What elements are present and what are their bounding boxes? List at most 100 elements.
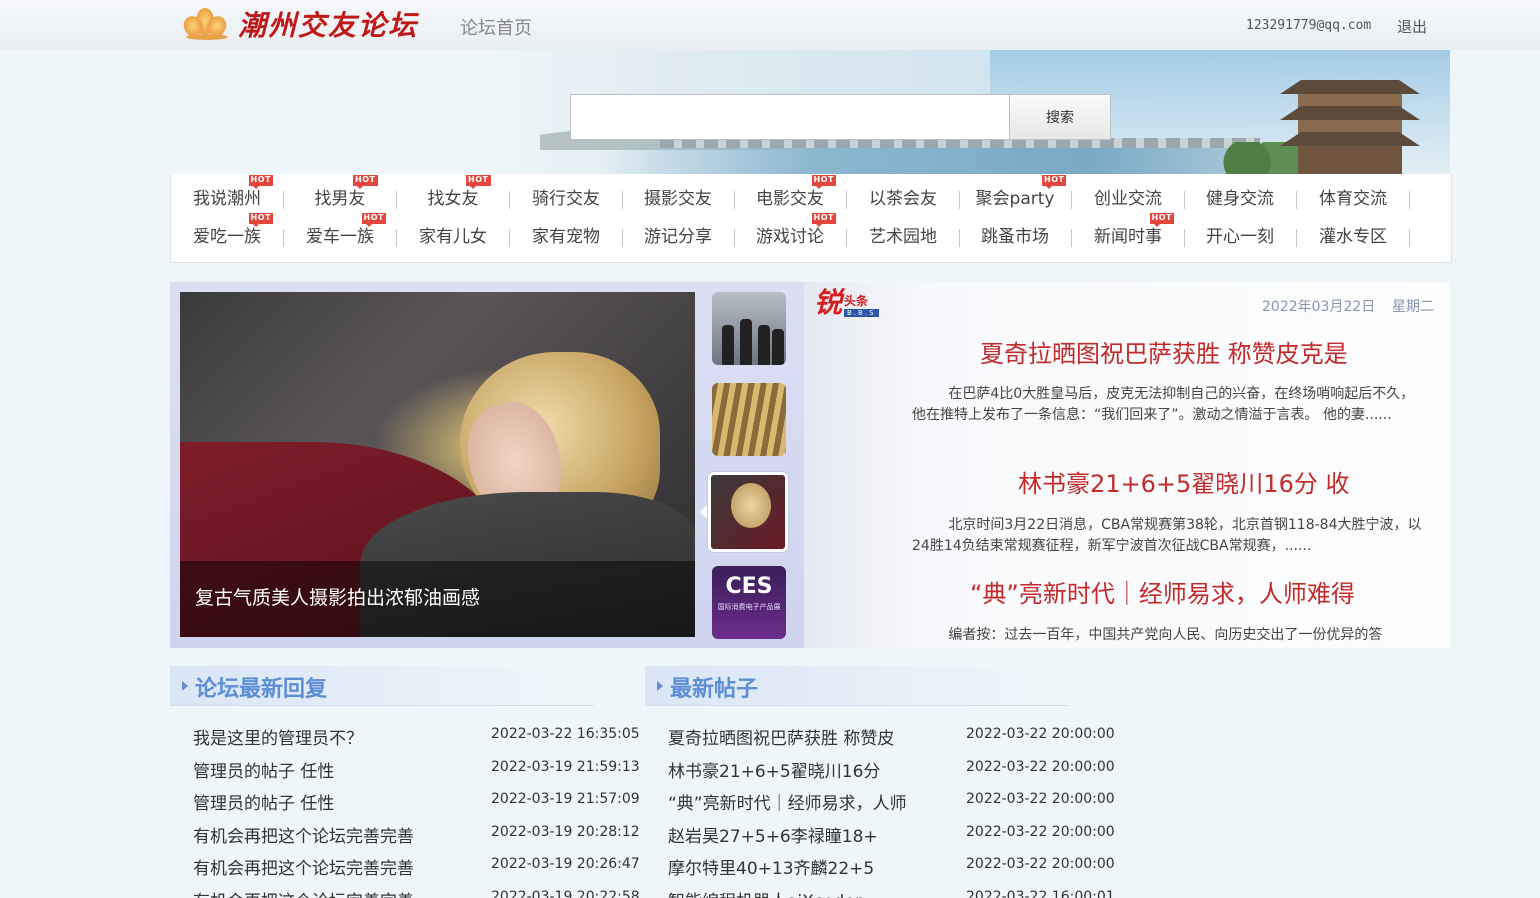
list-item-title[interactable]: 林书豪21+6+5翟晓川16分 (668, 757, 880, 782)
nav-item-row1-6[interactable]: 电影交友 HOT (734, 175, 846, 211)
list-item-time: 2022-03-19 20:28:12 (491, 823, 640, 840)
list-item[interactable]: 夏奇拉晒图祝巴萨获胜 称赞皮 2022-03-22 20:00:00 (668, 724, 1118, 752)
list-item[interactable]: 有机会再把这个论坛完善完善 2022-03-19 20:28:12 (193, 822, 643, 850)
nav-item-row1-3[interactable]: 找女友 HOT (397, 175, 509, 211)
ces-thumb-text: CES (725, 574, 773, 599)
site-logo[interactable]: 潮州交友论坛 (180, 4, 418, 44)
nav-item-row1-7[interactable]: 以茶会友 (847, 187, 959, 211)
nav-item-label: 聚会party HOT (975, 175, 1067, 209)
nav-item-label: 骑行交友 (532, 189, 600, 209)
nav-item-label: 创业交流 (1094, 189, 1162, 209)
headline-1[interactable]: 夏奇拉晒图祝巴萨获胜 称赞皮克是 (980, 334, 1348, 369)
nav-item-label: 家有宠物 (532, 227, 600, 247)
slider-thumbnail-2[interactable] (712, 383, 786, 456)
latest-replies-title: 论坛最新回复 (195, 677, 328, 702)
nav-item-row1-9[interactable]: 创业交流 (1072, 187, 1184, 211)
nav-item-row1-2[interactable]: 找男友 HOT (284, 175, 396, 211)
nav-item-row2-5[interactable]: 游记分享 (622, 225, 734, 249)
nav-item-row2-11[interactable]: 灌水专区 (1297, 225, 1409, 249)
forum-home-link[interactable]: 论坛首页 (460, 14, 532, 40)
nav-item-row1-8[interactable]: 聚会party HOT (959, 175, 1071, 211)
active-thumb-pointer (700, 504, 708, 520)
list-item-title[interactable]: 管理员的帖子 任性 (193, 757, 334, 782)
list-item-title[interactable]: 摩尔特里40+13齐麟22+5 (668, 854, 874, 879)
nav-item-label: 家有儿女 (419, 227, 487, 247)
featured-caption[interactable]: 复古气质美人摄影拍出浓郁油画感 (195, 583, 480, 610)
nav-item-label: 我说潮州 HOT (193, 175, 273, 209)
list-item[interactable]: 有机会再把这个论坛完善完善 2022-03-19 20:22:58 (193, 887, 643, 898)
featured-slider: 复古气质美人摄影拍出浓郁油画感 CES 国际消费电子产品展 (170, 282, 804, 648)
nav-item-row1-1[interactable]: 我说潮州 HOT (171, 175, 283, 211)
list-item-time: 2022-03-22 16:00:01 (966, 888, 1115, 898)
pavilion-tower-image (1220, 72, 1420, 174)
nav-item-label: 游记分享 (644, 227, 712, 247)
lotus-logo-icon (180, 4, 234, 44)
list-item-title[interactable]: 管理员的帖子 任性 (193, 789, 334, 814)
nav-item-row2-6[interactable]: 游戏讨论 HOT (734, 213, 846, 249)
list-item-title[interactable]: 我是这里的管理员不？ (193, 724, 363, 749)
nav-item-label: 摄影交友 (644, 189, 712, 209)
search-input[interactable] (570, 94, 1010, 140)
nav-item-row2-8[interactable]: 跳蚤市场 (959, 225, 1071, 249)
nav-item-row1-10[interactable]: 健身交流 (1184, 187, 1296, 211)
list-item-time: 2022-03-22 20:00:00 (966, 758, 1115, 775)
slider-thumbnail-1[interactable] (712, 292, 786, 365)
nav-item-label: 跳蚤市场 (981, 227, 1049, 247)
nav-item-row1-5[interactable]: 摄影交友 (622, 187, 734, 211)
search-button[interactable]: 搜索 (1009, 94, 1111, 140)
hot-badge: HOT (1149, 213, 1174, 227)
latest-replies-header: 论坛最新回复 (170, 666, 594, 706)
top-bar: 潮州交友论坛 论坛首页 123291779@qq.com 退出 (0, 0, 1540, 50)
nav-item-row2-3[interactable]: 家有儿女 (397, 225, 509, 249)
list-item[interactable]: 智能编程机器人aiXcoder 2022-03-22 16:00:01 (668, 887, 1118, 898)
list-item[interactable]: 管理员的帖子 任性 2022-03-19 21:57:09 (193, 789, 643, 817)
hot-badge: HOT (466, 175, 491, 189)
ces-thumb-subtext: 国际消费电子产品展 (717, 603, 781, 611)
hot-badge: HOT (811, 175, 836, 189)
latest-posts-title: 最新帖子 (670, 677, 759, 702)
nav-item-row1-11[interactable]: 体育交流 (1297, 187, 1409, 211)
list-item-title[interactable]: 有机会再把这个论坛完善完善 (193, 822, 414, 847)
list-item[interactable]: “典”亮新时代｜经师易求，人师 2022-03-22 20:00:00 (668, 789, 1118, 817)
slider-thumbnail-3-active[interactable] (708, 472, 788, 552)
nav-item-label: 游戏讨论 HOT (756, 213, 836, 247)
list-item[interactable]: 摩尔特里40+13齐麟22+5 2022-03-22 20:00:00 (668, 854, 1118, 882)
logout-link[interactable]: 退出 (1397, 16, 1427, 37)
list-item-title[interactable]: 有机会再把这个论坛完善完善 (193, 854, 414, 879)
list-item-title[interactable]: “典”亮新时代｜经师易求，人师 (668, 789, 907, 814)
nav-item-label: 艺术园地 (869, 227, 937, 247)
user-email[interactable]: 123291779@qq.com (1246, 18, 1371, 33)
featured-photo[interactable]: 复古气质美人摄影拍出浓郁油画感 (180, 292, 695, 637)
nav-item-row2-10[interactable]: 开心一刻 (1184, 225, 1296, 249)
nav-item-row2-7[interactable]: 艺术园地 (847, 225, 959, 249)
logo-rui-char: 锐 (814, 286, 843, 319)
nav-item-row2-1[interactable]: 爱吃一族 HOT (171, 213, 283, 249)
list-item[interactable]: 赵岩昊27+5+6李禄瞳18+ 2022-03-22 20:00:00 (668, 822, 1118, 850)
list-item-time: 2022-03-19 20:26:47 (491, 856, 640, 872)
list-item[interactable]: 我是这里的管理员不？ 2022-03-22 16:35:05 (193, 724, 643, 752)
list-item-title[interactable]: 赵岩昊27+5+6李禄瞳18+ (668, 822, 878, 847)
headline-3[interactable]: “典”亮新时代｜经师易求，人师难得 (970, 574, 1355, 609)
hot-badge: HOT (248, 213, 273, 227)
nav-item-row2-9[interactable]: 新闻时事 HOT (1072, 213, 1184, 249)
nav-item-row1-4[interactable]: 骑行交友 (510, 187, 622, 211)
nav-item-label: 灌水专区 (1319, 227, 1387, 247)
nav-item-label: 爱吃一族 HOT (193, 213, 273, 247)
slider-thumbnail-4[interactable]: CES 国际消费电子产品展 (712, 566, 786, 639)
nav-item-label: 电影交友 HOT (756, 175, 836, 209)
nav-item-row2-4[interactable]: 家有宠物 (510, 225, 622, 249)
list-item-time: 2022-03-19 21:57:09 (491, 791, 640, 807)
list-item-title[interactable]: 夏奇拉晒图祝巴萨获胜 称赞皮 (668, 724, 894, 749)
summary-2: 北京时间3月22日消息，CBA常规赛第38轮，北京首钢118-84大胜宁波，以2… (912, 517, 1422, 554)
list-item-title[interactable]: 智能编程机器人aiXcoder (668, 887, 862, 898)
latest-posts-header: 最新帖子 (645, 666, 1069, 706)
list-item[interactable]: 管理员的帖子 任性 2022-03-19 21:59:13 (193, 757, 643, 785)
rui-toutiao-logo: 锐 头条 B.B.S (814, 288, 879, 318)
nav-item-label: 新闻时事 HOT (1094, 213, 1174, 247)
list-item[interactable]: 林书豪21+6+5翟晓川16分 2022-03-22 20:00:00 (668, 757, 1118, 785)
hot-badge: HOT (1042, 175, 1067, 189)
nav-item-row2-2[interactable]: 爱车一族 HOT (284, 213, 396, 249)
list-item-title[interactable]: 有机会再把这个论坛完善完善 (193, 887, 414, 898)
headline-2[interactable]: 林书豪21+6+5翟晓川16分 收 (1018, 464, 1349, 499)
list-item[interactable]: 有机会再把这个论坛完善完善 2022-03-19 20:26:47 (193, 854, 643, 882)
